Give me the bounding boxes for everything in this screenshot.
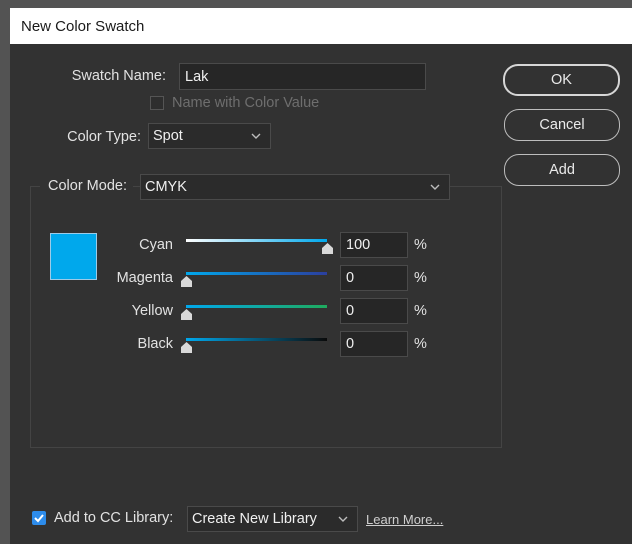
learn-more-link[interactable]: Learn More... (366, 512, 443, 527)
channel-label-yellow: Yellow (131, 303, 173, 319)
channel-label-black: Black (137, 336, 173, 352)
slider-track-cyan[interactable] (186, 239, 327, 242)
ok-button[interactable]: OK (503, 64, 620, 96)
slider-thumb-black[interactable] (181, 342, 192, 353)
channel-value-black[interactable]: 0 (340, 331, 408, 357)
checkmark-icon (34, 514, 44, 523)
channel-value-yellow[interactable]: 0 (340, 298, 408, 324)
percent-unit: % (414, 303, 427, 319)
percent-unit: % (414, 237, 427, 253)
add-to-cc-library-label: Add to CC Library: (54, 510, 174, 526)
slider-track-magenta[interactable] (186, 272, 327, 275)
chevron-down-icon (338, 516, 348, 522)
library-value: Create New Library (192, 511, 317, 527)
add-to-cc-library-checkbox[interactable] (32, 511, 46, 525)
new-color-swatch-dialog: New Color Swatch Swatch Name: Lak Name w… (10, 8, 632, 544)
channel-label-magenta: Magenta (116, 270, 173, 286)
cancel-button[interactable]: Cancel (504, 109, 620, 141)
name-with-color-value-checkbox[interactable] (150, 96, 164, 110)
color-mode-label: Color Mode: (40, 178, 133, 194)
channel-value-cyan[interactable]: 100 (340, 232, 408, 258)
slider-track-yellow[interactable] (186, 305, 327, 308)
channel-label-cyan: Cyan (139, 237, 173, 253)
color-mode-value: CMYK (145, 179, 187, 195)
name-with-color-value-label: Name with Color Value (172, 95, 320, 111)
color-type-value: Spot (153, 128, 183, 144)
slider-track-black[interactable] (186, 338, 327, 341)
dialog-title: New Color Swatch (21, 17, 145, 35)
swatch-name-input[interactable]: Lak (179, 63, 426, 90)
chevron-down-icon (430, 184, 440, 190)
channel-value-magenta[interactable]: 0 (340, 265, 408, 291)
library-dropdown[interactable]: Create New Library (187, 506, 358, 532)
slider-thumb-cyan[interactable] (322, 243, 333, 254)
slider-thumb-yellow[interactable] (181, 309, 192, 320)
dialog-titlebar: New Color Swatch (10, 8, 632, 44)
color-mode-dropdown[interactable]: CMYK (140, 174, 450, 200)
swatch-name-label: Swatch Name: (71, 68, 166, 84)
color-type-label: Color Type: (67, 129, 141, 145)
color-type-dropdown[interactable]: Spot (148, 123, 271, 149)
chevron-down-icon (251, 133, 261, 139)
slider-thumb-magenta[interactable] (181, 276, 192, 287)
percent-unit: % (414, 336, 427, 352)
add-button[interactable]: Add (504, 154, 620, 186)
percent-unit: % (414, 270, 427, 286)
